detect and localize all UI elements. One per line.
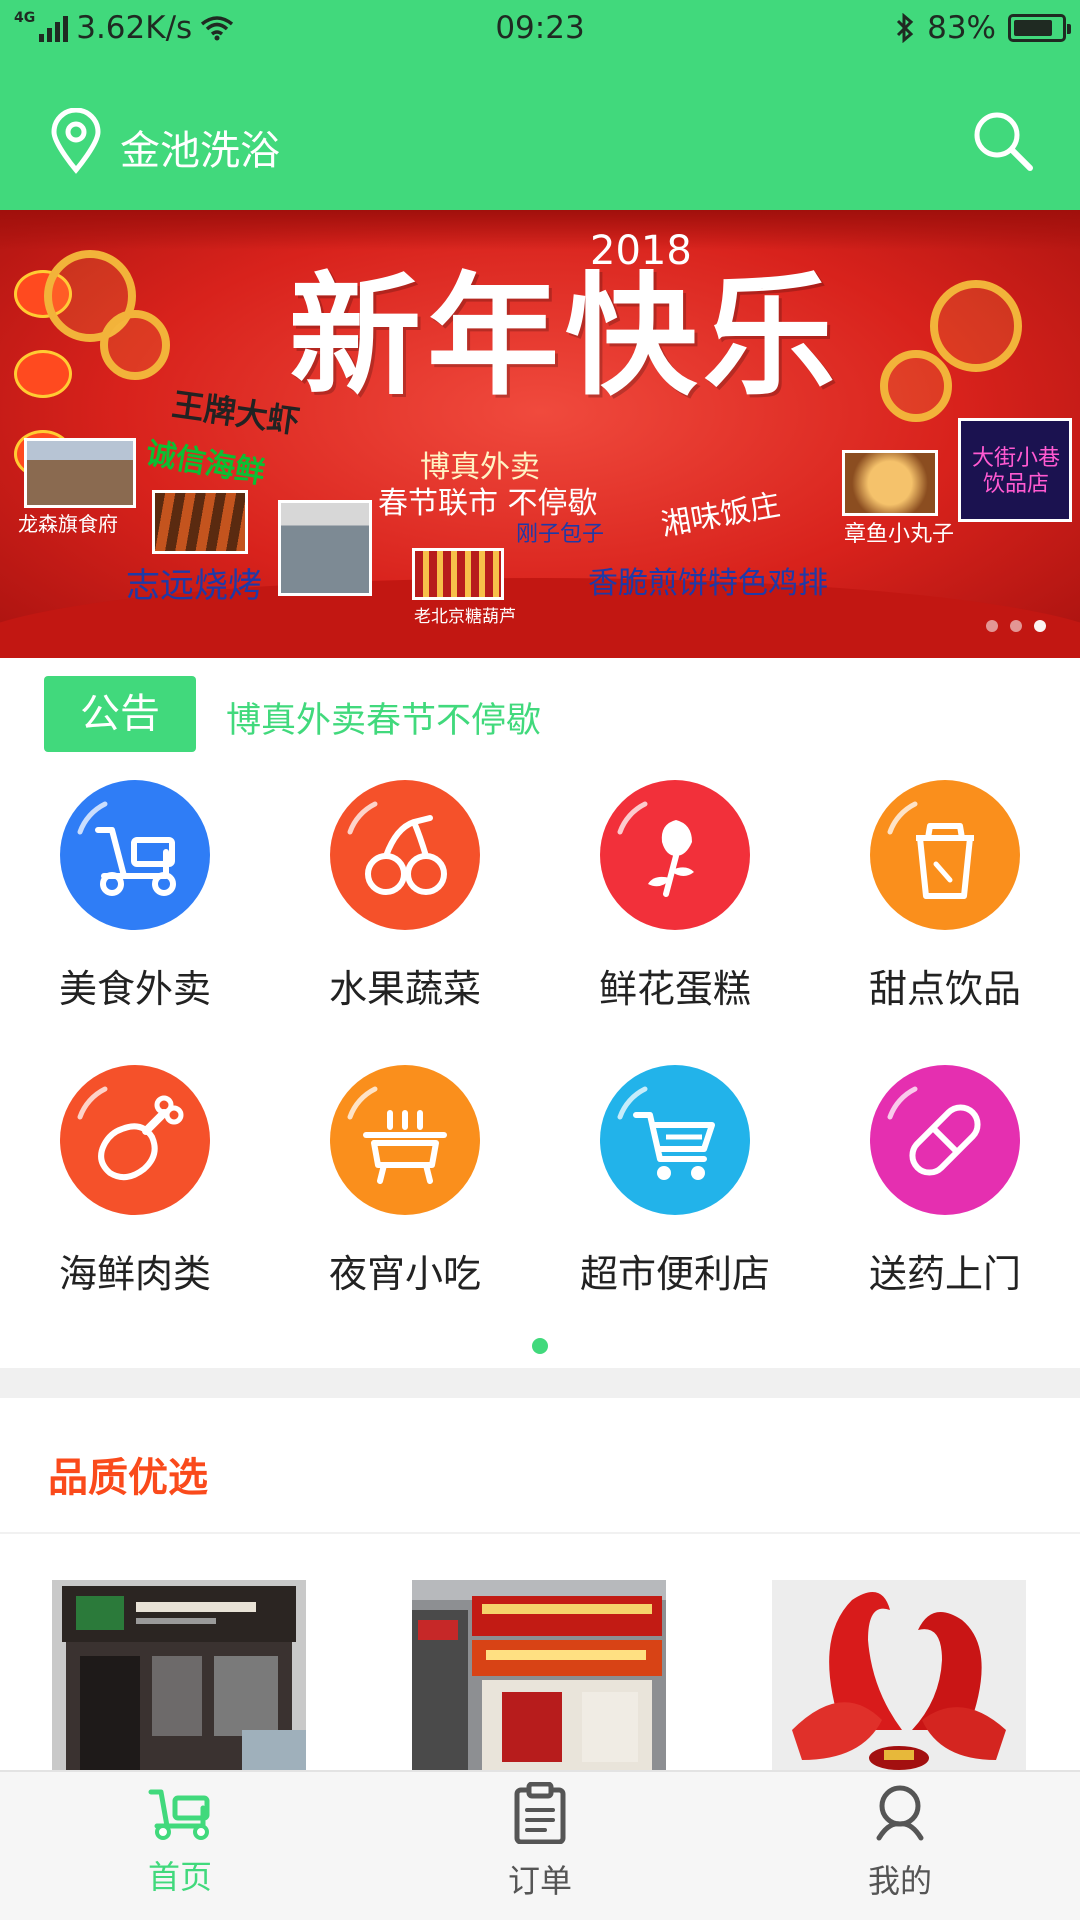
banner-signature: 刚子包子 xyxy=(516,522,605,547)
banner-tag-xiangwei: 湘味饭庄 xyxy=(658,487,783,544)
category-item[interactable]: 送药上门 xyxy=(845,1065,1045,1298)
clipboard-icon xyxy=(514,1781,566,1845)
current-location[interactable]: 金池洗浴 xyxy=(120,118,280,176)
category-item[interactable]: 甜点饮品 xyxy=(845,780,1045,1013)
banner-dot-active[interactable] xyxy=(1034,620,1046,632)
category-item[interactable]: 夜宵小吃 xyxy=(305,1065,505,1298)
banner-photo-hulu xyxy=(412,548,504,600)
banner-dot[interactable] xyxy=(1010,620,1022,632)
tab-home[interactable]: 首页 xyxy=(80,1782,280,1898)
banner-tag-longsen: 龙森旗食府 xyxy=(18,512,118,536)
category-7-circle[interactable] xyxy=(870,1065,1020,1215)
banner-tag-dajie: 大街小巷饮品店 xyxy=(971,446,1060,497)
category-page-indicator xyxy=(532,1338,548,1354)
shopping-cart-icon xyxy=(617,1086,715,1180)
store-photo-swans xyxy=(772,1580,1026,1770)
knot-decoration xyxy=(100,310,170,380)
quality-store-thumb[interactable] xyxy=(52,1580,306,1770)
tab-orders[interactable]: 订单 xyxy=(440,1781,640,1902)
category-label: 美食外卖 xyxy=(58,967,211,1011)
banner-photo-building xyxy=(24,438,136,508)
category-item[interactable]: 美食外卖 xyxy=(35,780,235,1013)
tab-profile[interactable]: 我的 xyxy=(800,1782,1000,1902)
announcement-bar[interactable]: 公告 博真外卖春节不停歇 xyxy=(0,658,1080,768)
banner-photo-octopus xyxy=(842,450,938,516)
category-label: 水果蔬菜 xyxy=(328,967,481,1011)
knot-decoration xyxy=(930,280,1022,372)
search-icon[interactable] xyxy=(970,108,1036,174)
category-label: 海鲜肉类 xyxy=(58,1252,211,1296)
category-3-circle[interactable] xyxy=(870,780,1020,930)
bottom-tab-bar: 首页 订单 我的 xyxy=(0,1770,1080,1920)
banner-tag-octopus: 章鱼小丸子 xyxy=(844,522,955,547)
quality-store-thumb[interactable] xyxy=(412,1580,666,1770)
store-photo-snack-shop xyxy=(412,1580,666,1770)
banner-tag-hulu: 老北京糖葫芦 xyxy=(414,607,516,627)
section-divider xyxy=(0,1368,1080,1398)
user-icon xyxy=(876,1785,924,1841)
lantern-decoration xyxy=(14,350,72,398)
scooter-icon xyxy=(77,801,176,896)
pill-icon xyxy=(887,1086,981,1176)
cherry-icon xyxy=(347,801,447,895)
category-label: 夜宵小吃 xyxy=(328,1252,481,1296)
banner-photo-storefront xyxy=(278,500,372,596)
banner-tag-zhiyuan: 志远烧烤 xyxy=(126,566,262,606)
tab-orders-label: 订单 xyxy=(507,1862,572,1900)
category-item[interactable]: 鲜花蛋糕 xyxy=(575,780,775,1013)
category-label: 鲜花蛋糕 xyxy=(598,967,751,1011)
status-bar: 4G 3.62K/s 09:23 83% xyxy=(0,0,1080,60)
category-label: 超市便利店 xyxy=(579,1252,770,1296)
location-pin-icon[interactable] xyxy=(48,108,104,174)
battery-icon xyxy=(1008,14,1071,42)
category-5-circle[interactable] xyxy=(330,1065,480,1215)
quality-store-thumb[interactable] xyxy=(772,1580,1026,1770)
category-label: 送药上门 xyxy=(868,1252,1021,1296)
banner-dot[interactable] xyxy=(986,620,998,632)
barbecue-icon xyxy=(347,1086,447,1184)
battery-percent: 83% xyxy=(927,10,996,46)
category-item[interactable]: 海鲜肉类 xyxy=(35,1065,235,1298)
location-bar: 金池洗浴 xyxy=(0,90,1080,190)
category-2-circle[interactable] xyxy=(600,780,750,930)
quality-divider xyxy=(0,1532,1080,1534)
category-label: 甜点饮品 xyxy=(868,967,1021,1011)
status-right: 83% xyxy=(895,10,1071,46)
drumstick-icon xyxy=(77,1086,184,1181)
category-0-circle[interactable] xyxy=(60,780,210,930)
drink-cup-icon xyxy=(887,801,974,899)
scooter-icon xyxy=(148,1789,210,1840)
banner-photo-skewers xyxy=(152,490,248,554)
category-item[interactable]: 超市便利店 xyxy=(575,1065,775,1298)
banner-pager xyxy=(986,620,1046,632)
category-1-circle[interactable] xyxy=(330,780,480,930)
bluetooth-icon xyxy=(897,13,914,43)
category-4-circle[interactable] xyxy=(60,1065,210,1215)
app-header-area: 4G 3.62K/s 09:23 83% 金池洗浴 xyxy=(0,0,1080,210)
promo-banner[interactable]: 2018 新年快乐 王牌大虾 诚信海鲜 龙森旗食府 志远烧烤 博真外卖 春节联市… xyxy=(0,210,1080,658)
tab-home-label: 首页 xyxy=(147,1858,212,1896)
announcement-badge: 公告 xyxy=(44,676,196,752)
quality-section-title: 品质优选 xyxy=(48,1455,208,1501)
tab-profile-label: 我的 xyxy=(867,1862,932,1900)
category-6-circle[interactable] xyxy=(600,1065,750,1215)
category-item[interactable]: 水果蔬菜 xyxy=(305,780,505,1013)
banner-tag-seafood: 诚信海鲜 xyxy=(143,435,268,492)
announcement-text[interactable]: 博真外卖春节不停歇 xyxy=(226,692,541,743)
rose-icon xyxy=(617,801,694,897)
banner-title: 新年快乐 xyxy=(289,259,841,414)
banner-tag-pancake: 香脆煎饼特色鸡排 xyxy=(588,566,828,601)
store-photo-restaurant xyxy=(52,1580,306,1770)
